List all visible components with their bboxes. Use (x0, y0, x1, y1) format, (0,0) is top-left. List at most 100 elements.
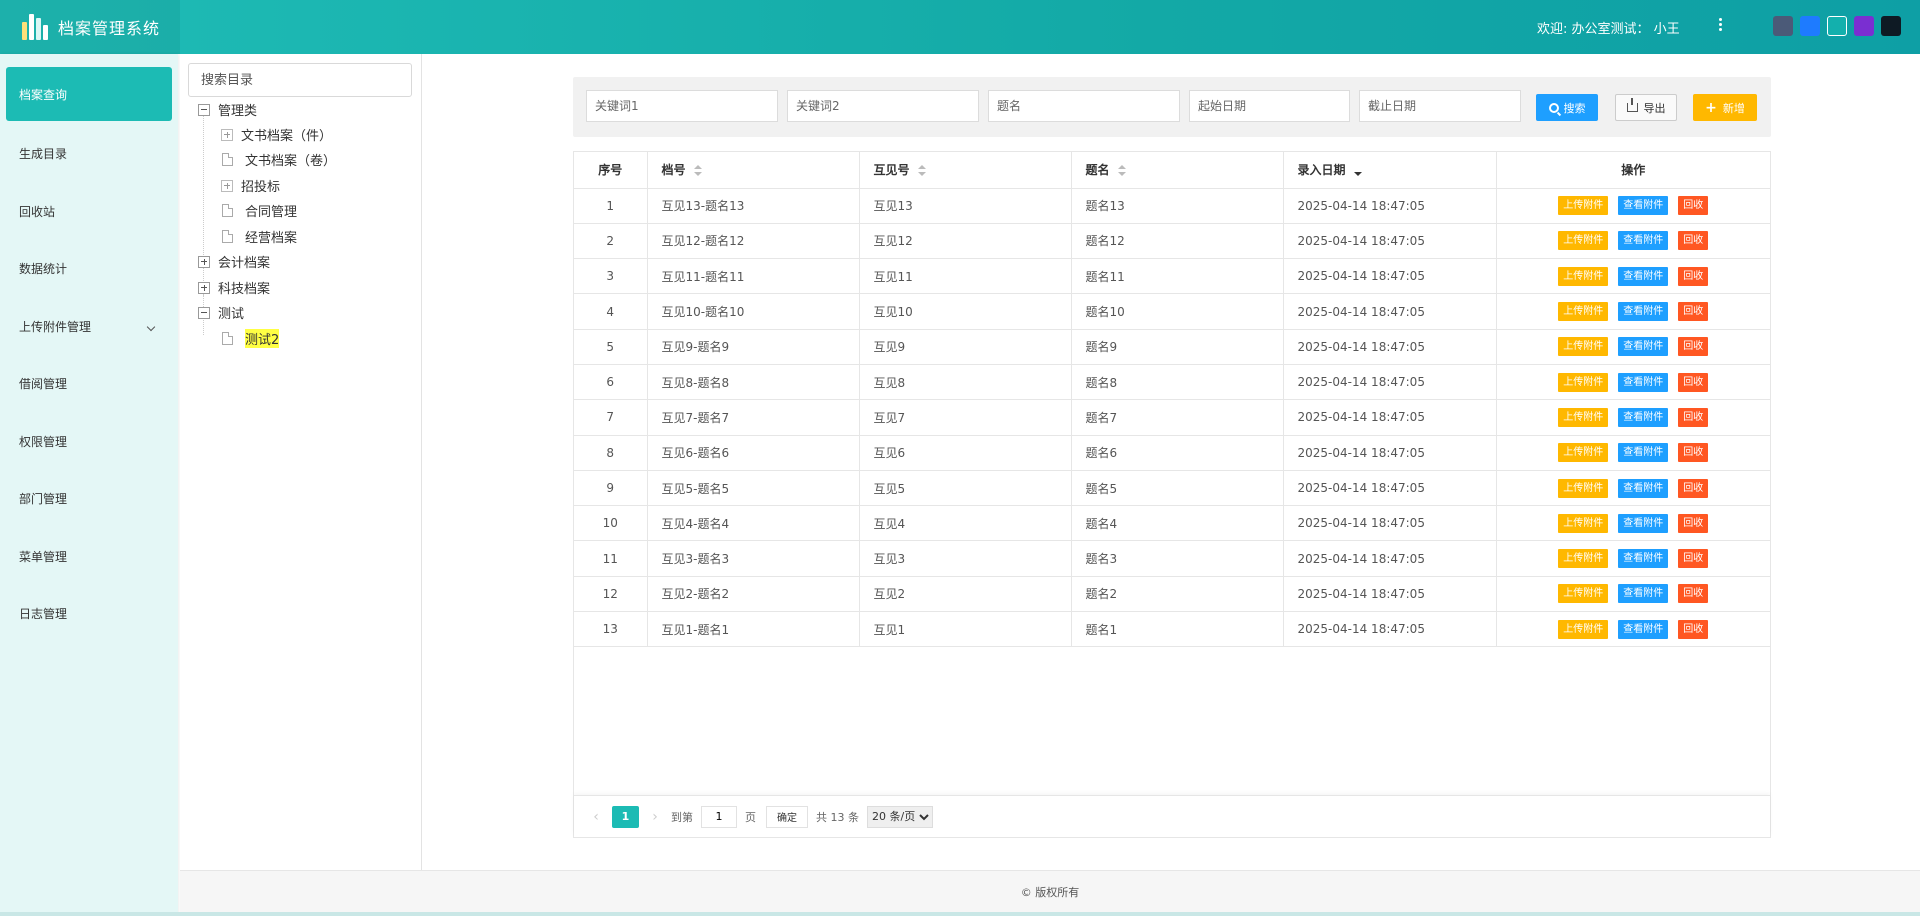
tree-node-operations[interactable]: 经营档案 (222, 227, 297, 246)
menu-item-archive-query[interactable]: 档案查询 (6, 67, 172, 121)
upload-attachment-button[interactable]: 上传附件 (1558, 372, 1609, 392)
upload-attachment-button[interactable]: 上传附件 (1558, 584, 1609, 604)
tree-node-bidding[interactable]: 招投标 (221, 176, 280, 195)
tree-node-test[interactable]: 测试 (198, 303, 244, 322)
search-button[interactable]: 搜索 (1536, 94, 1598, 121)
menu-item-permission-management[interactable]: 权限管理 (0, 413, 178, 471)
col-header-date[interactable]: 录入日期 (1283, 152, 1497, 189)
goto-page-input[interactable] (701, 805, 737, 828)
theme-color-swatch[interactable] (1827, 16, 1847, 36)
col-label: 录入日期 (1297, 163, 1346, 178)
view-attachment-button[interactable]: 查看附件 (1618, 196, 1669, 216)
menu-item-attachment-management[interactable]: 上传附件管理 (0, 298, 178, 356)
upload-attachment-button[interactable]: 上传附件 (1558, 619, 1609, 639)
menu-item-department-management[interactable]: 部门管理 (0, 470, 178, 528)
recycle-button[interactable]: 回收 (1678, 584, 1709, 604)
view-attachment-button[interactable]: 查看附件 (1618, 337, 1669, 357)
current-page[interactable]: 1 (612, 805, 639, 828)
upload-attachment-button[interactable]: 上传附件 (1558, 513, 1609, 533)
upload-attachment-button[interactable]: 上传附件 (1558, 302, 1609, 322)
view-attachment-button[interactable]: 查看附件 (1618, 619, 1669, 639)
view-attachment-button[interactable]: 查看附件 (1618, 584, 1669, 604)
recycle-button[interactable]: 回收 (1678, 337, 1709, 357)
recycle-button[interactable]: 回收 (1678, 478, 1709, 498)
theme-color-swatch[interactable] (1773, 16, 1793, 36)
title-input[interactable] (988, 90, 1180, 122)
upload-attachment-button[interactable]: 上传附件 (1558, 443, 1609, 463)
upload-attachment-button[interactable]: 上传附件 (1558, 337, 1609, 357)
view-attachment-button[interactable]: 查看附件 (1618, 302, 1669, 322)
end-date-input[interactable] (1359, 90, 1521, 122)
add-button[interactable]: + 新增 (1693, 94, 1757, 121)
menu-item-statistics[interactable]: 数据统计 (0, 240, 178, 298)
tree-node-test2[interactable]: 测试2 (222, 329, 280, 348)
recycle-button[interactable]: 回收 (1678, 513, 1709, 533)
upload-attachment-button[interactable]: 上传附件 (1558, 478, 1609, 498)
upload-attachment-button[interactable]: 上传附件 (1558, 407, 1609, 427)
collapse-icon[interactable] (198, 103, 210, 116)
recycle-button[interactable]: 回收 (1678, 407, 1709, 427)
view-attachment-button[interactable]: 查看附件 (1618, 266, 1669, 286)
theme-color-swatch[interactable] (1854, 16, 1874, 36)
prev-page-icon[interactable]: ‹ (586, 807, 606, 827)
sort-icon[interactable] (693, 164, 702, 177)
col-header-title[interactable]: 题名 (1071, 152, 1284, 189)
recycle-button[interactable]: 回收 (1678, 549, 1709, 569)
table-row: 9 互见5-题名5 互见5 题名5 2025-04-14 18:47:05 上传附件 查看附… (574, 470, 1770, 507)
tree-node-contract[interactable]: 合同管理 (222, 201, 297, 220)
view-attachment-button[interactable]: 查看附件 (1618, 549, 1669, 569)
recycle-button[interactable]: 回收 (1678, 302, 1709, 322)
expand-icon[interactable] (198, 255, 210, 268)
recycle-button[interactable]: 回收 (1678, 619, 1709, 639)
export-button[interactable]: 导出 (1615, 94, 1677, 121)
view-attachment-button[interactable]: 查看附件 (1618, 231, 1669, 251)
upload-attachment-button[interactable]: 上传附件 (1558, 231, 1609, 251)
start-date-input[interactable] (1189, 90, 1350, 122)
keyword1-input[interactable] (586, 90, 778, 122)
sort-icon[interactable] (1117, 164, 1126, 177)
view-attachment-button[interactable]: 查看附件 (1618, 478, 1669, 498)
menu-item-generate-catalog[interactable]: 生成目录 (0, 125, 178, 183)
recycle-button[interactable]: 回收 (1678, 196, 1709, 216)
view-attachment-button[interactable]: 查看附件 (1618, 513, 1669, 533)
recycle-button[interactable]: 回收 (1678, 443, 1709, 463)
col-header-ref[interactable]: 互见号 (859, 152, 1072, 189)
theme-color-swatch[interactable] (1881, 16, 1901, 36)
tree-node-document-volumes[interactable]: 文书档案（卷） (222, 150, 336, 169)
next-page-icon[interactable]: › (645, 807, 665, 827)
tree-node-management[interactable]: 管理类 (198, 100, 257, 119)
recycle-button[interactable]: 回收 (1678, 231, 1709, 251)
col-label: 操作 (1621, 163, 1646, 178)
expand-icon[interactable] (221, 179, 233, 192)
recycle-button[interactable]: 回收 (1678, 266, 1709, 286)
menu-item-recycle-bin[interactable]: 回收站 (0, 183, 178, 241)
theme-color-swatch[interactable] (1800, 16, 1820, 36)
view-attachment-button[interactable]: 查看附件 (1618, 372, 1669, 392)
view-attachment-button[interactable]: 查看附件 (1618, 443, 1669, 463)
tree-node-label: 会计档案 (218, 256, 271, 271)
menu-item-borrow-management[interactable]: 借阅管理 (0, 355, 178, 413)
upload-attachment-button[interactable]: 上传附件 (1558, 266, 1609, 286)
collapse-icon[interactable] (198, 306, 210, 319)
tree-node-accounting[interactable]: 会计档案 (198, 252, 270, 271)
menu-item-log-management[interactable]: 日志管理 (0, 585, 178, 643)
col-header-code[interactable]: 档号 (647, 152, 860, 189)
tree-node-document-pieces[interactable]: 文书档案（件） (221, 125, 332, 144)
tree-node-label: 管理类 (218, 104, 258, 119)
menu-item-menu-management[interactable]: 菜单管理 (0, 528, 178, 586)
upload-attachment-button[interactable]: 上传附件 (1558, 196, 1609, 216)
view-attachment-button[interactable]: 查看附件 (1618, 407, 1669, 427)
goto-confirm-button[interactable]: 确定 (766, 805, 808, 828)
sort-icon[interactable] (917, 164, 926, 177)
expand-icon[interactable] (221, 128, 233, 141)
keyword2-input[interactable] (787, 90, 979, 122)
cell-date: 2025-04-14 18:47:05 (1283, 188, 1497, 224)
expand-icon[interactable] (198, 281, 210, 294)
sort-desc-icon[interactable] (1353, 165, 1362, 177)
tree-search-input[interactable] (188, 63, 412, 97)
more-vertical-icon[interactable] (1716, 16, 1724, 36)
page-size-select[interactable]: 20 条/页 (867, 805, 933, 828)
tree-node-technology[interactable]: 科技档案 (198, 278, 270, 297)
recycle-button[interactable]: 回收 (1678, 372, 1709, 392)
upload-attachment-button[interactable]: 上传附件 (1558, 549, 1609, 569)
